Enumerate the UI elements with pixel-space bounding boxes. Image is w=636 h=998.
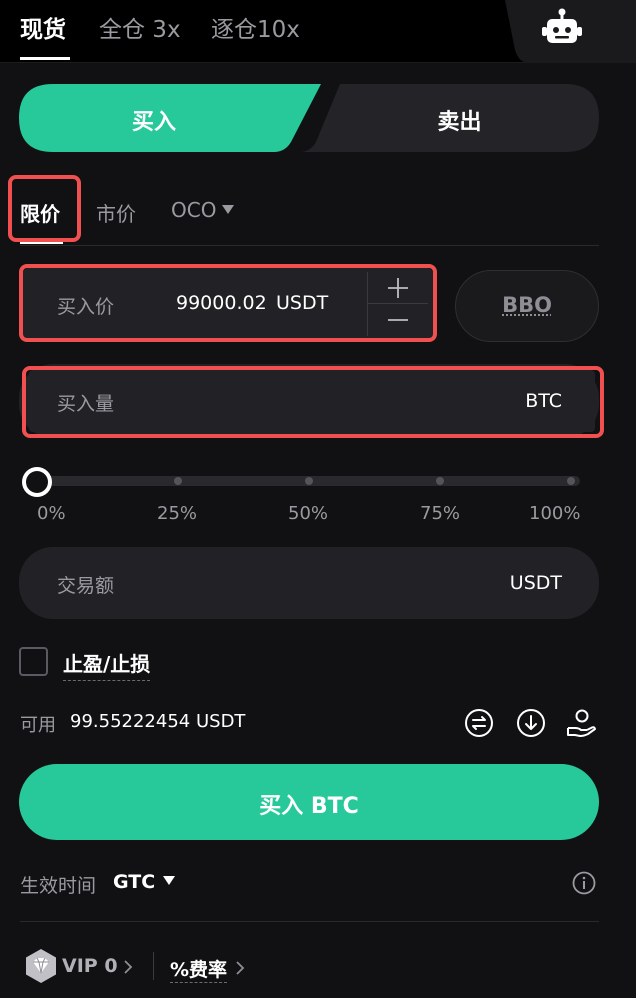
available-label: 可用 [20,715,56,736]
borrow-icon[interactable] [566,708,598,738]
tab-oco[interactable]: OCO [171,198,235,222]
caret-down-icon [222,205,235,214]
total-field[interactable]: 交易额 USDT [19,547,599,619]
bbo-button[interactable]: BBO [455,270,599,342]
tab-limit[interactable]: 限价 [20,198,60,227]
active-tab-underline [20,57,70,60]
chevron-right-icon [124,960,133,974]
available-value: 99.55222454 USDT [70,711,246,732]
buy-btc-label: 买入 BTC [259,794,359,819]
bbo-label: BBO [502,293,552,317]
price-unit: USDT [276,292,329,314]
amount-unit: BTC [525,390,562,412]
time-in-force-select[interactable]: GTC [113,871,176,893]
slider-label-25: 25% [157,503,198,524]
buy-button[interactable]: 买入 [19,84,321,152]
slider-label-100: 100% [529,503,581,524]
plus-icon [388,277,408,298]
robot-tab[interactable] [505,0,636,63]
price-value[interactable]: 99000.02 [176,292,267,314]
vip-level[interactable]: VIP 0 [62,955,118,977]
vip-diamond-icon [26,949,56,983]
tab-cross-margin[interactable]: 全仓 3x [99,10,181,44]
tpsl-checkbox[interactable] [19,647,48,676]
vip-separator [153,952,154,980]
buy-label: 买入 [131,110,176,135]
bottom-divider [20,921,599,922]
buy-btc-button[interactable]: 买入 BTC [19,764,599,840]
time-in-force-label: 生效时间 [20,875,97,897]
order-type-underline [20,241,63,244]
deposit-icon[interactable] [516,708,546,738]
caret-down-icon [163,876,176,885]
fee-rate-link[interactable]: %费率 [170,955,228,983]
slider-mark-100[interactable] [567,477,575,485]
sell-button[interactable]: 卖出 [300,84,599,152]
decrement-button[interactable] [368,304,428,336]
total-unit: USDT [509,572,562,594]
slider-label-50: 50% [288,503,329,524]
chevron-right-icon [236,961,245,975]
total-label: 交易额 [57,575,115,597]
slider-label-75: 75% [420,503,461,524]
slider-handle[interactable] [22,467,52,497]
amount-slider[interactable] [28,476,580,486]
slider-mark-25[interactable] [174,477,182,485]
info-icon[interactable] [572,871,596,895]
tab-isolated-margin[interactable]: 逐仓10x [211,10,300,44]
sell-label: 卖出 [437,110,482,135]
order-type-divider [20,245,599,246]
robot-icon [542,8,582,43]
tab-market[interactable]: 市价 [96,198,136,227]
slider-mark-75[interactable] [436,477,444,485]
price-stepper [367,272,428,336]
amount-field[interactable]: 买入量 BTC [29,370,595,432]
price-label: 买入价 [57,296,115,318]
transfer-icon[interactable] [464,708,494,738]
minus-icon [388,319,408,321]
increment-button[interactable] [368,272,428,304]
tpsl-label[interactable]: 止盈/止损 [63,648,151,681]
slider-label-0: 0% [37,503,66,524]
tab-spot[interactable]: 现货 [20,10,66,44]
slider-mark-50[interactable] [305,477,313,485]
amount-label: 买入量 [57,393,115,415]
